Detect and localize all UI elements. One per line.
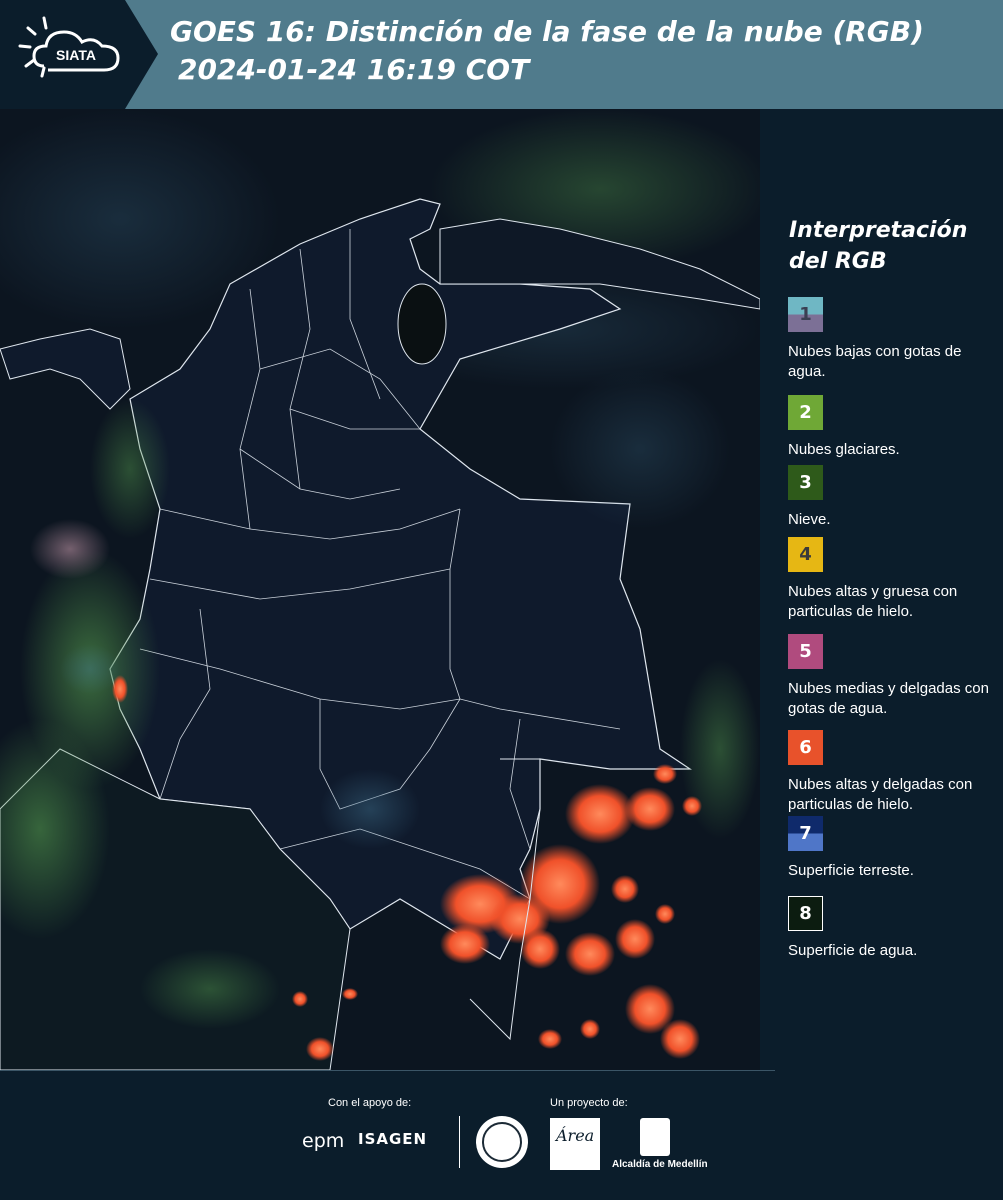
legend-swatch-7: 7 xyxy=(788,816,823,851)
legend-number: 3 xyxy=(799,472,812,493)
footer: Con el apoyo de: Un proyecto de: epm ISA… xyxy=(0,1070,1003,1200)
legend-label: Nubes medias y delgadas con gotas de agu… xyxy=(788,680,989,717)
siata-logo-icon: SIATA xyxy=(0,0,158,109)
alcaldia-medellin-label: Alcaldía de Medellín xyxy=(612,1159,708,1170)
legend-number: 5 xyxy=(799,641,812,662)
legend-label: Nubes altas y delgadas con particulas de… xyxy=(788,776,973,813)
page-subtitle-datetime: 2024-01-24 16:19 COT xyxy=(178,53,530,86)
legend-swatch-3: 3 xyxy=(788,465,823,500)
legend-swatch-8: 8 xyxy=(788,896,823,931)
legend-label: Nubes glaciares. xyxy=(788,441,900,458)
isagen-logo: ISAGEN xyxy=(358,1130,428,1148)
legend-label: Superficie terreste. xyxy=(788,862,914,879)
legend-swatch-2: 2 xyxy=(788,395,823,430)
satellite-map[interactable] xyxy=(0,109,760,1070)
rgb-legend-panel: Interpretación del RGB 1 Nubes bajas con … xyxy=(760,109,1003,1070)
legend-label: Superficie de agua. xyxy=(788,942,918,959)
siata-logo-text: SIATA xyxy=(56,47,96,63)
support-label: Con el apoyo de: xyxy=(328,1097,412,1109)
epm-logo: epm xyxy=(302,1130,345,1152)
legend-swatch-1: 1 xyxy=(788,297,823,332)
legend-number: 4 xyxy=(799,544,812,565)
header-bar: SIATA GOES 16: Distinción de la fase de … xyxy=(0,0,1003,109)
legend-swatch-4: 4 xyxy=(788,537,823,572)
legend-number: 2 xyxy=(799,402,812,423)
legend-title: Interpretación del RGB xyxy=(789,218,968,274)
legend-label: Nieve. xyxy=(788,511,831,528)
legend-swatch-5: 5 xyxy=(788,634,823,669)
page-title: GOES 16: Distinción de la fase de la nub… xyxy=(170,15,924,48)
satellite-image xyxy=(0,109,760,1070)
legend-number: 6 xyxy=(799,737,812,758)
siata-logo-tab: SIATA xyxy=(0,0,158,109)
area-metropolitana-logo: Área xyxy=(550,1118,600,1170)
legend-swatch-6: 6 xyxy=(788,730,823,765)
legend-label: Nubes bajas con gotas de agua. xyxy=(788,343,962,380)
legend-number: 7 xyxy=(799,823,812,844)
legend-label: Nubes altas y gruesa con particulas de h… xyxy=(788,583,958,620)
medellin-crest-icon xyxy=(640,1118,670,1156)
project-label: Un proyecto de: xyxy=(550,1097,628,1109)
footer-divider xyxy=(0,1070,775,1071)
legend-number: 1 xyxy=(799,304,812,325)
university-seal-icon xyxy=(476,1116,528,1168)
legend-number: 8 xyxy=(799,903,812,924)
footer-vertical-divider xyxy=(459,1116,460,1168)
